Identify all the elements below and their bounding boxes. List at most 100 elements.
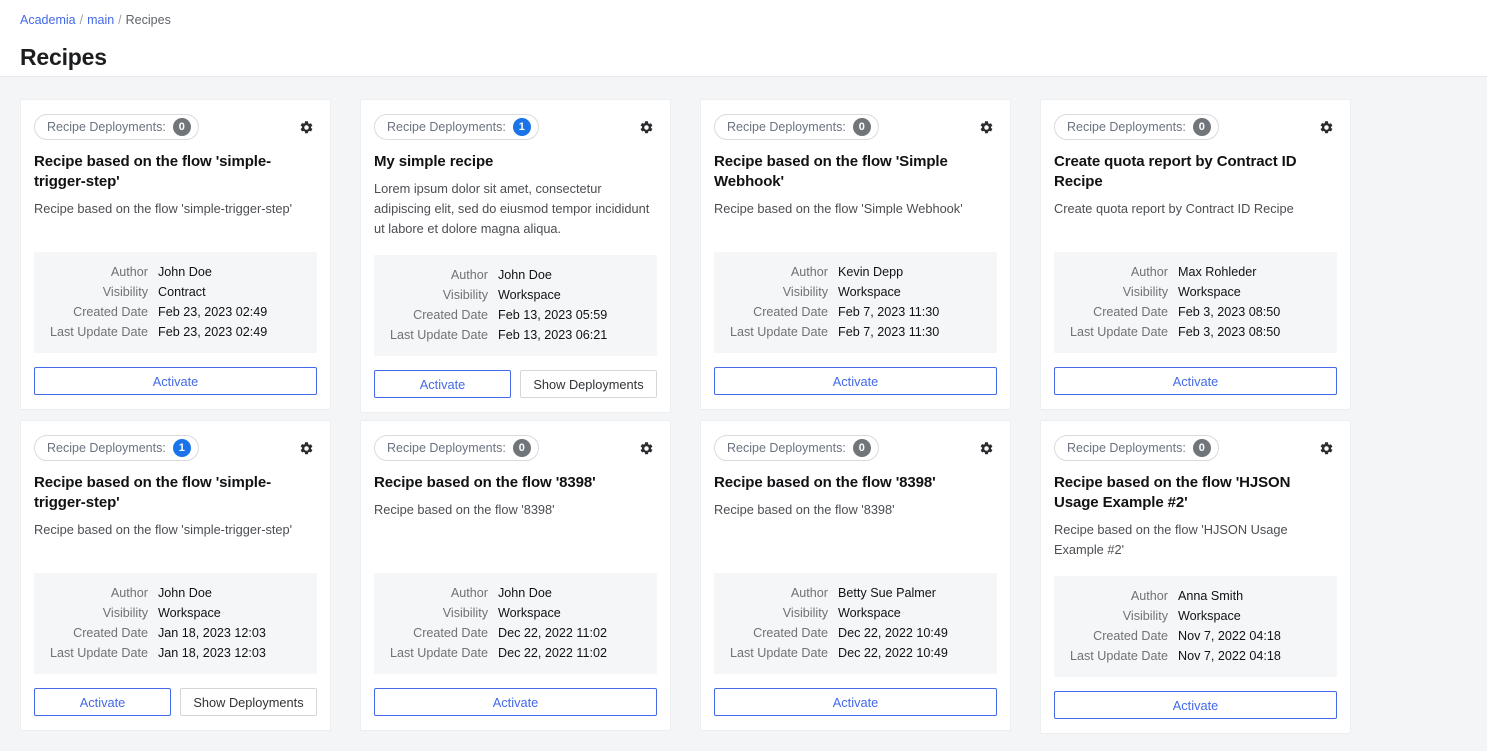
page-title: Recipes	[20, 44, 107, 70]
activate-button[interactable]: Activate	[34, 688, 171, 716]
gear-icon[interactable]	[975, 437, 997, 459]
recipe-card-header: Recipe Deployments: 1	[34, 435, 317, 461]
detail-row: Author John Doe	[374, 583, 643, 603]
detail-row: Last Update Date Nov 7, 2022 04:18	[1054, 646, 1323, 666]
recipe-card-header: Recipe Deployments: 1	[374, 114, 657, 140]
recipe-deployments-badge[interactable]: Recipe Deployments: 0	[714, 435, 879, 461]
detail-row: Last Update Date Feb 7, 2023 11:30	[714, 322, 983, 342]
show-deployments-button[interactable]: Show Deployments	[180, 688, 317, 716]
recipe-card: Recipe Deployments: 1 Recipe based on the …	[20, 420, 331, 731]
detail-row: Last Update Date Jan 18, 2023 12:03	[34, 643, 303, 663]
show-deployments-button[interactable]: Show Deployments	[520, 370, 657, 398]
created-date-label: Created Date	[1093, 305, 1168, 319]
recipe-deployments-count: 1	[172, 439, 191, 457]
gear-icon[interactable]	[635, 116, 657, 138]
breadcrumb-separator: /	[118, 13, 122, 27]
recipe-card-cell: Recipe Deployments: 0 Create quota report …	[1040, 99, 1380, 413]
recipe-title: Recipe based on the flow 'simple-trigger…	[34, 474, 271, 511]
visibility-value: Workspace	[498, 288, 561, 302]
card-spacer	[1054, 219, 1337, 246]
recipe-deployments-badge[interactable]: Recipe Deployments: 1	[34, 435, 199, 461]
activate-button[interactable]: Activate	[1054, 691, 1337, 719]
gear-icon[interactable]	[975, 116, 997, 138]
last-update-date-value: Dec 22, 2022 11:02	[498, 646, 607, 660]
recipe-deployments-label: Recipe Deployments:	[47, 441, 166, 455]
detail-row: Last Update Date Feb 3, 2023 08:50	[1054, 322, 1323, 342]
recipe-deployments-badge[interactable]: Recipe Deployments: 0	[1054, 435, 1219, 461]
recipe-deployments-count: 0	[1192, 118, 1211, 136]
activate-button[interactable]: Activate	[1054, 367, 1337, 395]
last-update-date-label: Last Update Date	[49, 325, 148, 339]
recipe-title: Create quota report by Contract ID Recip…	[1054, 153, 1297, 190]
detail-row: Author Anna Smith	[1054, 586, 1323, 606]
gear-icon[interactable]	[295, 437, 317, 459]
created-date-value: Feb 23, 2023 02:49	[158, 305, 268, 319]
last-update-date-label: Last Update Date	[1069, 649, 1168, 663]
created-date-label: Created Date	[73, 305, 148, 319]
recipes-grid: Recipe Deployments: 0 Recipe based on the …	[20, 99, 1467, 734]
recipe-card: Recipe Deployments: 0 Recipe based on the …	[700, 420, 1011, 731]
recipe-deployments-badge[interactable]: Recipe Deployments: 0	[34, 114, 199, 140]
recipe-actions: Activate	[1054, 367, 1337, 395]
recipe-title: Recipe based on the flow 'Simple Webhook…	[714, 153, 948, 190]
detail-row: Created Date Jan 18, 2023 12:03	[34, 623, 303, 643]
recipe-deployments-count: 1	[512, 118, 531, 136]
created-date-value: Dec 22, 2022 10:49	[838, 626, 948, 640]
recipe-deployments-badge[interactable]: Recipe Deployments: 0	[1054, 114, 1219, 140]
visibility-label: Visibility	[102, 285, 148, 299]
detail-row: Author Betty Sue Palmer	[714, 583, 983, 603]
gear-icon[interactable]	[1315, 437, 1337, 459]
visibility-label: Visibility	[782, 285, 828, 299]
author-value: Kevin Depp	[838, 265, 904, 279]
detail-row: Created Date Feb 13, 2023 05:59	[374, 305, 643, 325]
visibility-label: Visibility	[1122, 609, 1168, 623]
gear-icon[interactable]	[295, 116, 317, 138]
recipe-details: Author John Doe Visibility Contract Created …	[34, 252, 317, 353]
recipe-deployments-label: Recipe Deployments:	[727, 120, 846, 134]
recipe-deployments-badge[interactable]: Recipe Deployments: 0	[374, 435, 539, 461]
author-value: Betty Sue Palmer	[838, 586, 936, 600]
last-update-date-value: Feb 23, 2023 02:49	[158, 325, 268, 339]
recipe-card-header: Recipe Deployments: 0	[1054, 435, 1337, 461]
created-date-label: Created Date	[1093, 629, 1168, 643]
recipe-title: My simple recipe	[374, 153, 494, 170]
author-label: Author	[1130, 265, 1168, 279]
recipe-title: Recipe based on the flow '8398'	[714, 474, 936, 491]
visibility-value: Workspace	[1178, 609, 1241, 623]
activate-button[interactable]: Activate	[714, 367, 997, 395]
recipe-actions: Activate	[714, 367, 997, 395]
recipe-card-cell: Recipe Deployments: 1 Recipe based on the …	[20, 420, 360, 734]
last-update-date-label: Last Update Date	[729, 646, 828, 660]
recipe-deployments-label: Recipe Deployments:	[387, 441, 506, 455]
activate-button[interactable]: Activate	[374, 688, 657, 716]
breadcrumb-separator: /	[79, 13, 84, 27]
recipe-deployments-badge[interactable]: Recipe Deployments: 1	[374, 114, 539, 140]
detail-row: Last Update Date Dec 22, 2022 10:49	[714, 643, 983, 663]
activate-button[interactable]: Activate	[374, 370, 511, 398]
visibility-label: Visibility	[782, 606, 828, 620]
recipe-deployments-label: Recipe Deployments:	[387, 120, 506, 134]
activate-button[interactable]: Activate	[34, 367, 317, 395]
recipe-actions: Activate	[1054, 691, 1337, 719]
breadcrumb-item-main[interactable]: main	[87, 13, 114, 27]
detail-row: Visibility Workspace	[1054, 606, 1323, 626]
recipe-deployments-count: 0	[1192, 439, 1211, 457]
recipe-card-header: Recipe Deployments: 0	[1054, 114, 1337, 140]
visibility-label: Visibility	[442, 288, 488, 302]
author-value: Max Rohleder	[1178, 265, 1257, 279]
activate-button[interactable]: Activate	[714, 688, 997, 716]
recipe-actions: Activate Show Deployments	[34, 688, 317, 716]
gear-icon[interactable]	[635, 437, 657, 459]
card-spacer	[374, 520, 657, 567]
gear-icon[interactable]	[1315, 116, 1337, 138]
recipe-card: Recipe Deployments: 0 Recipe based on the …	[1040, 420, 1351, 734]
detail-row: Created Date Nov 7, 2022 04:18	[1054, 626, 1323, 646]
recipe-title: Recipe based on the flow '8398'	[374, 474, 596, 491]
recipe-actions: Activate	[714, 688, 997, 716]
breadcrumb-item-academia[interactable]: Academia	[20, 13, 76, 27]
recipe-deployments-badge[interactable]: Recipe Deployments: 0	[714, 114, 879, 140]
recipe-actions: Activate Show Deployments	[374, 370, 657, 398]
detail-row: Last Update Date Feb 23, 2023 02:49	[34, 322, 303, 342]
recipe-details: Author John Doe Visibility Workspace Created…	[374, 255, 657, 356]
author-label: Author	[110, 586, 148, 600]
